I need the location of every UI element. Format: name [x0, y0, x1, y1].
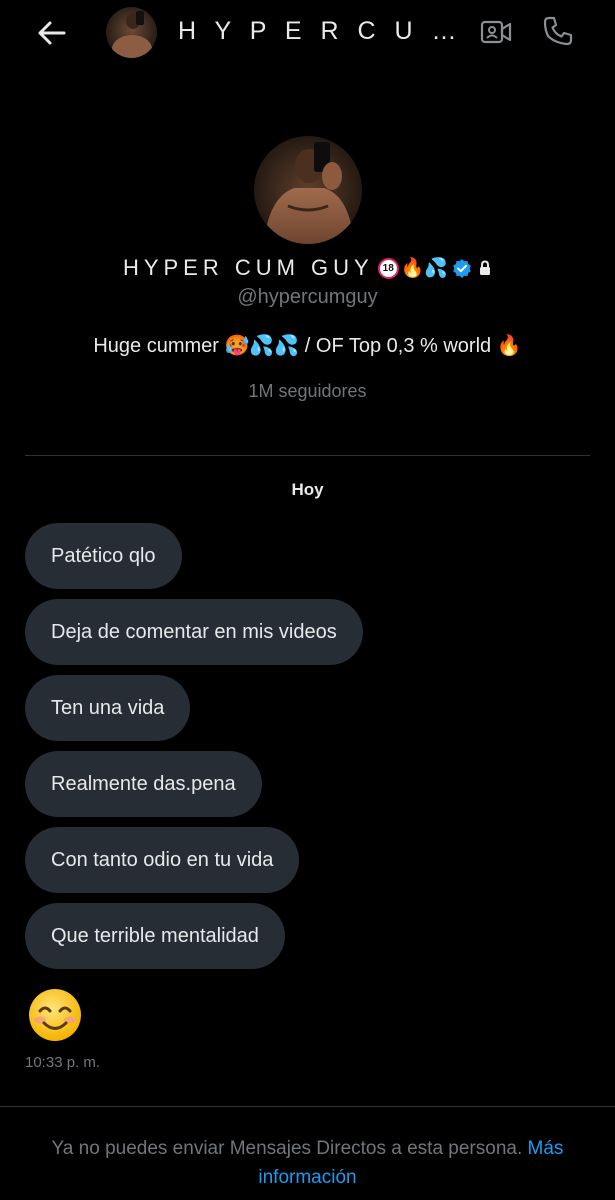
- video-call-button[interactable]: [478, 14, 514, 50]
- profile-handle: @hypercumguy: [237, 286, 378, 308]
- verified-badge-icon: [452, 258, 472, 278]
- message-bubble[interactable]: Patético qlo: [25, 523, 182, 589]
- day-separator: Hoy: [291, 480, 324, 499]
- message-bubble[interactable]: Realmente das.pena: [25, 751, 262, 817]
- dm-disabled-notice: Ya no puedes enviar Mensajes Directos a …: [20, 1134, 595, 1192]
- message-list: Patético qlo Deja de comentar en mis vid…: [25, 523, 363, 969]
- arrow-left-icon: [38, 21, 66, 45]
- profile-bio: Huge cummer 🥵💦💦 / OF Top 0,3 % world 🔥: [93, 335, 522, 357]
- profile-avatar[interactable]: [254, 136, 362, 244]
- profile-name-row: HYPER CUM GUY 18 🔥💦: [0, 255, 615, 281]
- phone-icon: [543, 16, 573, 46]
- dm-disabled-text: Ya no puedes enviar Mensajes Directos a …: [51, 1138, 523, 1159]
- footer-divider: [0, 1106, 615, 1107]
- lock-icon: [478, 260, 492, 276]
- emoji-message[interactable]: [27, 987, 83, 1043]
- profile-photo: [254, 136, 362, 244]
- adults-only-badge: 18: [377, 257, 399, 279]
- name-emojis: 🔥💦: [400, 257, 449, 279]
- message-bubble[interactable]: Que terrible mentalidad: [25, 903, 285, 969]
- voice-call-button[interactable]: [540, 13, 576, 49]
- conversation-title: H Y P E R C U M G U Y: [178, 17, 460, 45]
- message-bubble[interactable]: Con tanto odio en tu vida: [25, 827, 300, 893]
- profile-followers[interactable]: 1M seguidores: [0, 381, 615, 402]
- message-timestamp: 10:33 p. m.: [25, 1054, 101, 1071]
- back-button[interactable]: [32, 14, 70, 52]
- smiling-face-emoji-icon: [29, 989, 81, 1041]
- avatar-photo: [106, 7, 157, 58]
- message-bubble[interactable]: Deja de comentar en mis videos: [25, 599, 363, 665]
- message-bubble[interactable]: Ten una vida: [25, 675, 191, 741]
- profile-name: HYPER CUM GUY: [122, 255, 374, 280]
- video-camera-icon: [480, 20, 512, 44]
- profile-divider: [25, 455, 590, 456]
- conversation-header: H Y P E R C U M G U Y: [0, 0, 615, 66]
- header-avatar[interactable]: [106, 7, 157, 58]
